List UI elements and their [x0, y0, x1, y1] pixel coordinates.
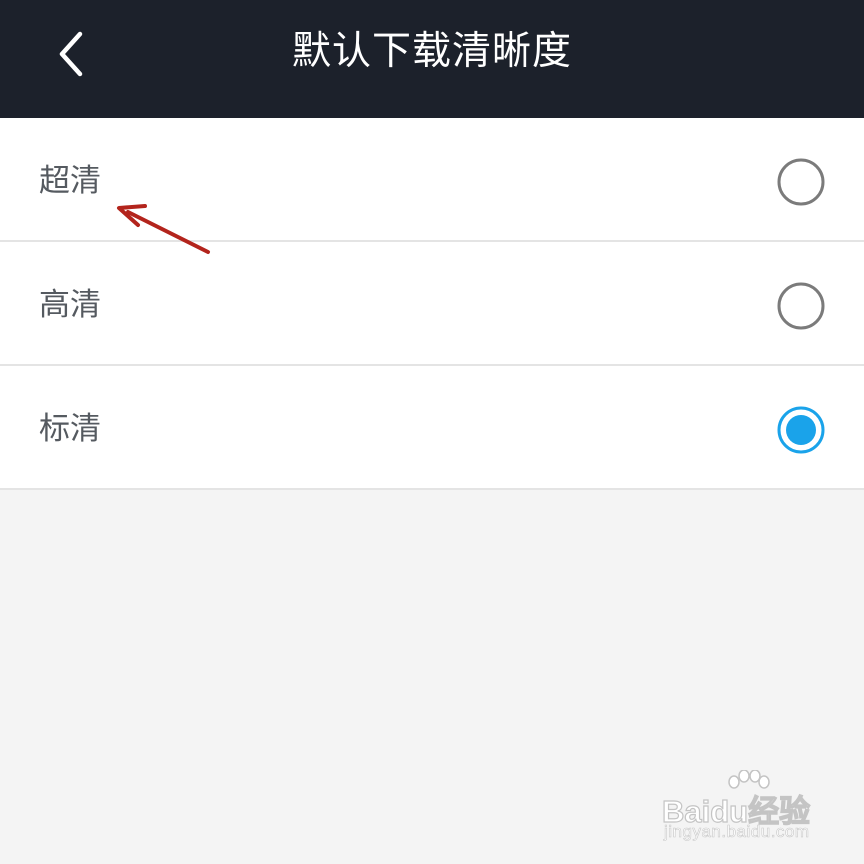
watermark-url: jingyan.baidu.com [664, 822, 810, 842]
annotation-arrow-icon [117, 204, 210, 254]
baidu-jingyan-watermark: Baidu经验 jingyan.baidu.com [660, 770, 830, 852]
